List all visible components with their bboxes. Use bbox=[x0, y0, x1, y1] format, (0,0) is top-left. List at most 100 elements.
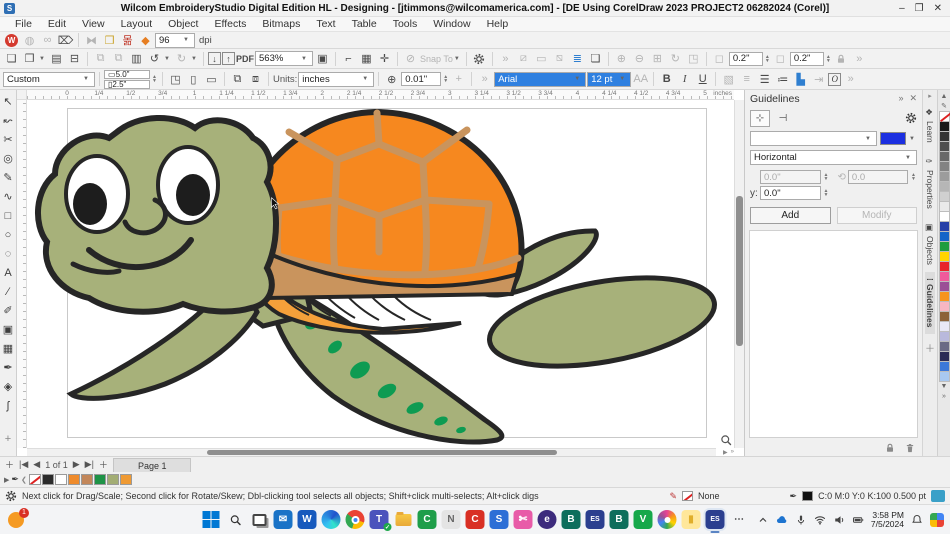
teams-icon[interactable]: T✓ bbox=[370, 510, 389, 529]
dock-arrow-icon[interactable]: ▸ bbox=[928, 92, 932, 100]
numbered-list-icon[interactable]: ≔ bbox=[774, 71, 791, 87]
show-rulers-icon[interactable]: ⌐ bbox=[340, 51, 357, 67]
fill-swatch[interactable] bbox=[682, 491, 693, 501]
frame-icon[interactable]: ❏ bbox=[587, 51, 604, 67]
ruler-horizontal[interactable]: 01/41/23/411 1/41 1/21 3/422 1/42 1/22 3… bbox=[27, 90, 734, 100]
underline-button[interactable]: U bbox=[694, 71, 711, 87]
doc-color-swatch[interactable] bbox=[120, 474, 132, 485]
italic-button[interactable]: I bbox=[676, 71, 693, 87]
add-tool-icon[interactable]: + bbox=[1, 429, 16, 448]
doc-color-swatch[interactable] bbox=[42, 474, 54, 485]
font-scale-icon[interactable]: AA bbox=[632, 71, 649, 87]
last-page-icon[interactable]: ▶| bbox=[85, 459, 94, 470]
microphone-icon[interactable] bbox=[795, 514, 807, 526]
pdf-icon[interactable]: PDF bbox=[236, 51, 254, 67]
artistic-media-tool-icon[interactable]: ✐ bbox=[1, 301, 16, 320]
angle-page-icon[interactable]: ◳ bbox=[167, 71, 184, 87]
start-icon[interactable] bbox=[202, 510, 221, 529]
ellipse-tool-icon[interactable]: ○ bbox=[1, 225, 16, 244]
onedrive-cloud-icon[interactable] bbox=[776, 514, 788, 526]
docpal-scroll-left-icon[interactable]: ❮ bbox=[21, 476, 27, 484]
guide-snap-icon[interactable]: ⊣ bbox=[773, 110, 793, 127]
outline-o-button[interactable]: O bbox=[828, 73, 841, 86]
font-size-dropdown[interactable]: 12 pt▼ bbox=[587, 72, 631, 87]
guide-color-swatch[interactable] bbox=[880, 132, 906, 145]
rectangle-tool-icon[interactable]: □ bbox=[1, 206, 16, 225]
portrait-icon[interactable]: ▯ bbox=[185, 71, 202, 87]
paint-palette-icon[interactable] bbox=[658, 510, 677, 529]
doc-color-swatch[interactable] bbox=[107, 474, 119, 485]
menu-item-window[interactable]: Window bbox=[426, 18, 477, 30]
toolbar-overflow2-icon[interactable]: » bbox=[851, 51, 868, 67]
prev-page-icon[interactable]: ◀ bbox=[33, 459, 40, 470]
free-rotate-icon[interactable]: ↻ bbox=[667, 51, 684, 67]
snagit-icon[interactable]: ✄ bbox=[514, 510, 533, 529]
yellow-app-icon[interactable]: ▮ bbox=[682, 510, 701, 529]
corel-app-icon[interactable]: C bbox=[466, 510, 485, 529]
panel-close-icon[interactable]: ✕ bbox=[909, 93, 917, 104]
minimize-button[interactable]: – bbox=[899, 3, 905, 14]
doc-color-swatch[interactable] bbox=[68, 474, 80, 485]
guide-style-dropdown[interactable]: ▼ bbox=[750, 131, 877, 146]
palette-expand-icon[interactable]: » bbox=[939, 391, 950, 401]
text-frame-icon[interactable]: ▧ bbox=[720, 71, 737, 87]
docpal-eyedropper-icon[interactable]: ✒ bbox=[11, 474, 19, 485]
parallel-shape-tool-icon[interactable]: ▣ bbox=[1, 320, 16, 339]
text-tool-icon[interactable]: A bbox=[1, 263, 16, 282]
modify-guideline-button[interactable]: Modify bbox=[837, 207, 918, 224]
polygon-tool-icon[interactable]: ◌ bbox=[1, 244, 16, 263]
save-icon[interactable]: ▤ bbox=[48, 51, 65, 67]
snap-off-icon[interactable]: ⊘ bbox=[402, 51, 419, 67]
page-preset-dropdown[interactable]: Custom▼ bbox=[3, 72, 95, 87]
doc-color-swatch[interactable] bbox=[81, 474, 93, 485]
guide-y-spin[interactable]: ▲▼ bbox=[823, 189, 830, 197]
page-height-field[interactable]: ▯ 2.5" bbox=[104, 80, 150, 89]
flowchart-icon[interactable]: 몲 bbox=[119, 32, 136, 48]
more-icon[interactable]: ⋯ bbox=[730, 510, 749, 529]
freehand-pick-tool-icon[interactable]: ↜ bbox=[1, 111, 16, 130]
turtle-graphic[interactable] bbox=[27, 100, 727, 447]
guide-angle-field[interactable]: 0.0 bbox=[848, 170, 908, 184]
weld-icon[interactable]: ⧄ bbox=[515, 51, 532, 67]
widgets-icon[interactable] bbox=[930, 513, 944, 527]
color-folder-icon[interactable]: ❒ bbox=[101, 32, 118, 48]
embroidery-studio-icon[interactable]: ES bbox=[586, 510, 605, 529]
object-list-icon[interactable]: ≣ bbox=[569, 51, 586, 67]
zoom-corner-icon[interactable] bbox=[720, 434, 732, 446]
green-c-app-icon[interactable]: C bbox=[418, 510, 437, 529]
no-color-swatch[interactable] bbox=[939, 111, 950, 122]
globe-icon[interactable]: ◍ bbox=[21, 32, 38, 48]
apply-current-page-icon[interactable]: ⧈ bbox=[247, 71, 264, 87]
docpal-flyout-icon[interactable]: ▶ bbox=[4, 476, 9, 484]
guide-y-field[interactable]: 0.0" bbox=[760, 186, 821, 200]
paste-icon[interactable]: ▥ bbox=[128, 51, 145, 67]
undo-dropdown-icon[interactable]: ▼ bbox=[164, 56, 172, 62]
docker-tab-properties[interactable]: ✑Properties bbox=[925, 151, 935, 215]
swirl-tool-icon[interactable]: ʃ bbox=[1, 396, 16, 415]
lock-guidelines-icon[interactable] bbox=[884, 442, 896, 454]
add-guideline-button[interactable]: Add bbox=[750, 207, 831, 224]
snap-dropdown-icon[interactable]: ▼ bbox=[454, 56, 462, 62]
search-icon[interactable] bbox=[226, 510, 245, 529]
corner-spin-2[interactable]: ▲▼ bbox=[825, 55, 832, 63]
s-app-icon[interactable]: S bbox=[490, 510, 509, 529]
vertical-scrollbar[interactable] bbox=[734, 100, 744, 448]
nudge-field[interactable]: 0.01" bbox=[401, 72, 441, 86]
text-align-icon[interactable]: ≡ bbox=[738, 71, 755, 87]
word-icon[interactable]: W bbox=[298, 510, 317, 529]
palette-pen-icon[interactable]: ✎ bbox=[939, 101, 950, 111]
toolbar-overflow-icon[interactable]: » bbox=[497, 51, 514, 67]
add-icon[interactable]: + bbox=[450, 71, 467, 87]
show-grid-icon[interactable]: ▦ bbox=[358, 51, 375, 67]
edge-icon[interactable] bbox=[322, 510, 341, 529]
horizontal-scrollbar[interactable] bbox=[27, 448, 716, 456]
notification-orange-icon[interactable]: 1 bbox=[8, 512, 24, 528]
dpi-dropdown[interactable]: 96▼ bbox=[155, 33, 195, 48]
print-icon[interactable]: ⊟ bbox=[66, 51, 83, 67]
menu-item-table[interactable]: Table bbox=[345, 18, 384, 30]
scroll-end-icon[interactable]: » bbox=[731, 449, 734, 455]
nodes-icon[interactable]: ⧓ bbox=[83, 32, 100, 48]
menu-item-file[interactable]: File bbox=[8, 18, 39, 30]
bezier-tool-icon[interactable]: ∿ bbox=[1, 187, 16, 206]
docker-tab-objects[interactable]: ▣Objects bbox=[925, 217, 935, 271]
